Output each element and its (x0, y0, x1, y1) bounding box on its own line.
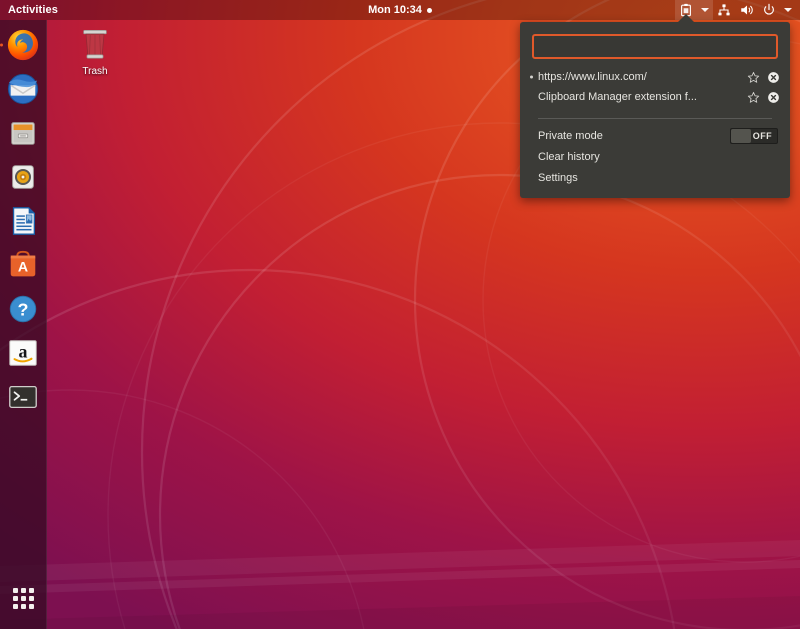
terminal-icon (6, 380, 40, 414)
dock-item-files[interactable] (4, 114, 42, 152)
volume-indicator-button[interactable] (735, 0, 758, 20)
network-indicator-button[interactable] (713, 0, 735, 20)
selected-bullet-icon (530, 76, 533, 79)
dock-item-help[interactable]: ? (4, 290, 42, 328)
clipboard-item-actions (747, 71, 780, 84)
toggle-knob (731, 129, 751, 143)
close-circle-icon[interactable] (767, 91, 780, 104)
dock-item-libreoffice-writer[interactable] (4, 202, 42, 240)
private-mode-label: Private mode (538, 130, 603, 142)
volume-icon (739, 3, 754, 17)
amazon-icon: a (6, 336, 40, 370)
popup-pointer-icon (677, 14, 695, 23)
star-icon[interactable] (747, 91, 760, 104)
dock-item-rhythmbox[interactable] (4, 158, 42, 196)
system-menu-caret[interactable] (780, 0, 796, 20)
settings-row[interactable]: Settings (520, 167, 790, 188)
power-icon (762, 3, 776, 17)
notification-dot-icon (427, 8, 432, 13)
libreoffice-writer-icon (6, 204, 40, 238)
clear-history-label: Clear history (538, 151, 600, 163)
trash-icon (78, 26, 112, 64)
dock-item-list: A ? a (4, 26, 42, 416)
chevron-down-icon (701, 8, 709, 12)
close-circle-icon[interactable] (767, 71, 780, 84)
files-icon (6, 116, 40, 150)
running-indicator-icon (0, 44, 3, 47)
dock-item-firefox[interactable] (4, 26, 42, 64)
clipboard-manager-popup: https://www.linux.com/ (520, 22, 790, 198)
clipboard-indicator-caret[interactable] (697, 0, 713, 20)
search-area (520, 34, 790, 65)
dock-item-amazon[interactable]: a (4, 334, 42, 372)
svg-text:?: ? (18, 300, 29, 320)
clipboard-history-item[interactable]: https://www.linux.com/ (520, 67, 790, 87)
show-applications-button[interactable] (4, 579, 42, 617)
clipboard-history-list: https://www.linux.com/ (520, 65, 790, 111)
svg-text:a: a (19, 342, 28, 362)
popup-separator (538, 118, 772, 119)
clipboard-item-text: Clipboard Manager extension f... (538, 91, 739, 103)
settings-label: Settings (538, 172, 578, 184)
clear-history-row[interactable]: Clear history (520, 146, 790, 167)
clipboard-item-text: https://www.linux.com/ (538, 71, 739, 83)
dock-item-terminal[interactable] (4, 378, 42, 416)
ubuntu-software-icon: A (6, 248, 40, 282)
apps-grid-icon (13, 588, 34, 609)
network-icon (717, 3, 731, 17)
clock-button[interactable]: Mon 10:34 (368, 4, 432, 16)
ubuntu-desktop: Activities Mon 10:34 (0, 0, 800, 629)
clipboard-history-item[interactable]: Clipboard Manager extension f... (520, 87, 790, 107)
firefox-icon (6, 28, 40, 62)
dock: A ? a (0, 20, 47, 629)
toggle-state-label: OFF (753, 131, 772, 141)
clock-label: Mon 10:34 (368, 4, 422, 16)
private-mode-toggle[interactable]: OFF (730, 128, 778, 144)
dock-item-thunderbird[interactable] (4, 70, 42, 108)
star-icon[interactable] (747, 71, 760, 84)
clipboard-search-input[interactable] (532, 34, 778, 59)
svg-text:A: A (18, 260, 28, 276)
clipboard-item-actions (747, 91, 780, 104)
activities-button[interactable]: Activities (0, 0, 66, 20)
rhythmbox-icon (6, 160, 40, 194)
power-indicator-button[interactable] (758, 0, 780, 20)
thunderbird-icon (6, 72, 40, 106)
trash-label: Trash (82, 66, 107, 77)
chevron-down-icon (784, 8, 792, 12)
private-mode-row[interactable]: Private mode OFF (520, 125, 790, 146)
dock-item-ubuntu-software[interactable]: A (4, 246, 42, 284)
desktop-icon-trash[interactable]: Trash (68, 26, 122, 77)
help-icon: ? (6, 292, 40, 326)
